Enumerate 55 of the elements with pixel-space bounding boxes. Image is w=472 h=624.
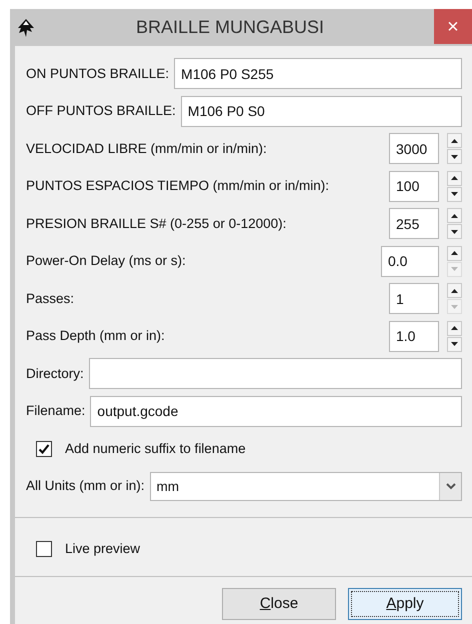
field-label: OFF PUNTOS BRAILLE: bbox=[26, 102, 176, 120]
number-field[interactable]: 0.0 bbox=[381, 246, 439, 277]
field-label: VELOCIDAD LIBRE (mm/min or in/min): bbox=[26, 140, 268, 158]
spin-up-button[interactable] bbox=[447, 133, 462, 148]
up-arrow-icon bbox=[451, 214, 458, 218]
up-arrow-icon bbox=[451, 326, 458, 330]
field-label: Filename: bbox=[26, 402, 86, 420]
up-arrow-icon bbox=[451, 138, 458, 143]
field-label: PUNTOS ESPACIOS TIEMPO (mm/min or in/min): bbox=[26, 177, 330, 196]
field-label: Pass Depth (mm or in): bbox=[26, 327, 166, 346]
number-field[interactable]: 100 bbox=[389, 170, 439, 202]
down-arrow-icon bbox=[451, 342, 458, 346]
down-arrow-icon bbox=[451, 192, 458, 196]
close-button[interactable]: × bbox=[434, 9, 472, 44]
checkbox-label: Live preview bbox=[65, 540, 140, 558]
field-label: All Units (mm or in): bbox=[26, 477, 145, 496]
up-arrow-icon bbox=[451, 288, 458, 293]
down-arrow-icon bbox=[451, 230, 458, 234]
spin-down-button[interactable] bbox=[447, 224, 462, 240]
number-field[interactable]: 1.0 bbox=[389, 320, 439, 352]
spin-up-button[interactable] bbox=[447, 246, 462, 261]
checkbox[interactable] bbox=[36, 541, 52, 557]
checkbox-label: Add numeric suffix to filename bbox=[65, 440, 246, 458]
up-arrow-icon bbox=[451, 251, 458, 256]
checkbox[interactable] bbox=[36, 440, 52, 457]
field-label: Directory: bbox=[26, 364, 84, 383]
dialog-button[interactable]: Apply bbox=[348, 588, 462, 620]
number-field[interactable]: 3000 bbox=[389, 133, 439, 164]
field-label: Passes: bbox=[26, 290, 76, 308]
down-arrow-icon bbox=[451, 304, 458, 309]
spin-down-button[interactable] bbox=[447, 186, 462, 202]
field-label: PRESION BRAILLE S# (0-255 or 0-12000): bbox=[26, 214, 288, 233]
dialog-button[interactable]: Close bbox=[222, 588, 336, 620]
text-field[interactable]: M106 P0 S255 bbox=[174, 58, 462, 90]
down-arrow-icon bbox=[451, 154, 458, 159]
up-arrow-icon bbox=[451, 176, 458, 180]
spin-up-button[interactable] bbox=[447, 283, 462, 298]
number-field[interactable]: 255 bbox=[389, 208, 439, 240]
spin-up-button[interactable] bbox=[447, 170, 462, 186]
chevron-down-icon bbox=[446, 482, 456, 490]
window-title: BRAILLE MUNGABUSI bbox=[134, 16, 326, 39]
spin-down-button[interactable] bbox=[447, 149, 462, 164]
text-field[interactable] bbox=[88, 358, 462, 390]
number-field[interactable]: 1 bbox=[389, 283, 439, 314]
spin-down-button[interactable] bbox=[447, 336, 462, 352]
app-logo-icon bbox=[16, 18, 36, 38]
text-field[interactable]: M106 P0 S0 bbox=[180, 96, 462, 127]
field-label: Power-On Delay (ms or s): bbox=[26, 252, 187, 270]
units-dropdown[interactable]: mm bbox=[150, 472, 462, 501]
spin-up-button[interactable] bbox=[447, 320, 462, 336]
spin-up-button[interactable] bbox=[447, 208, 462, 224]
check-icon bbox=[38, 442, 50, 455]
field-label: ON PUNTOS BRAILLE: bbox=[26, 64, 170, 83]
text-field[interactable]: output.gcode bbox=[90, 396, 462, 427]
down-arrow-icon bbox=[451, 267, 458, 272]
